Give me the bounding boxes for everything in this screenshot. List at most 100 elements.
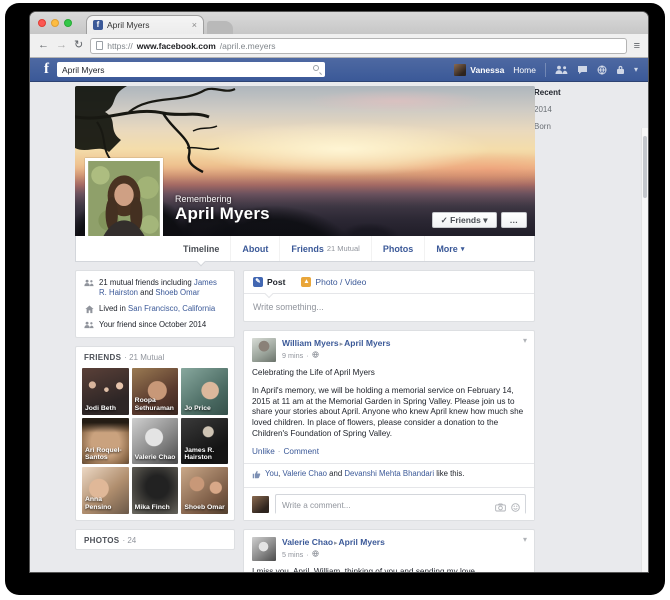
window-controls [38, 12, 72, 34]
post-author-link[interactable]: Valerie Chao [282, 537, 333, 547]
search-icon[interactable] [313, 65, 322, 74]
post-text: I miss you, April. William, thinking of … [252, 567, 526, 572]
post-timestamp[interactable]: 5 mins [282, 550, 303, 559]
post-author-link[interactable]: William Myers [282, 338, 339, 348]
post-target-link[interactable]: April Myers [344, 338, 390, 348]
reload-button[interactable]: ↻ [74, 40, 83, 51]
settings-caret-icon[interactable]: ▾ [634, 65, 638, 74]
tab-friends[interactable]: Friends21 Mutual [279, 236, 370, 261]
friend-tile[interactable]: Mika Finch [132, 467, 179, 514]
profile-tabs: Timeline About Friends21 Mutual Photos M… [75, 236, 535, 262]
messages-icon[interactable] [577, 65, 588, 75]
screen: f April Myers × ← → ↻ https://www.facebo… [0, 0, 670, 600]
photos-box: PHOTOS· 24 [75, 529, 235, 550]
friends-box-title[interactable]: FRIENDS [84, 353, 121, 362]
timeline-nav-born[interactable]: Born [527, 120, 597, 133]
tab-photos[interactable]: Photos [371, 236, 425, 261]
home-link[interactable]: Home [513, 65, 536, 75]
friend-tile[interactable]: Shoeb Omar [181, 467, 228, 514]
profile-column: Remembering April Myers ✓ Friends ▾ … Ti… [75, 86, 535, 572]
tab-close-icon[interactable]: × [192, 20, 197, 30]
new-tab-button[interactable] [207, 21, 233, 34]
composer-tab-post[interactable]: ✎Post [253, 277, 285, 287]
timeline-nav-2014[interactable]: 2014 [527, 103, 597, 116]
post-target-link[interactable]: April Myers [339, 537, 385, 547]
friend-tile[interactable]: Jo Price [181, 368, 228, 415]
window-zoom-button[interactable] [64, 19, 72, 27]
post-timestamp[interactable]: 9 mins [282, 351, 303, 360]
window-minimize-button[interactable] [51, 19, 59, 27]
camera-icon[interactable] [495, 499, 506, 517]
comment-link[interactable]: Comment [284, 447, 320, 456]
friend-tile[interactable]: Anna Pensino [82, 467, 129, 514]
smiley-icon[interactable] [511, 499, 520, 517]
more-options-button[interactable]: … [501, 212, 528, 229]
cover-photo[interactable]: Remembering April Myers ✓ Friends ▾ … [75, 86, 535, 236]
search-input[interactable] [57, 62, 325, 77]
avatar[interactable] [252, 537, 276, 561]
address-bar[interactable]: https://www.facebook.com/april.e.meyers [90, 38, 626, 54]
window-close-button[interactable] [38, 19, 46, 27]
comment-text-field[interactable] [276, 497, 525, 515]
post-title: Celebrating the Life of April Myers [252, 368, 526, 379]
profile-link[interactable]: Vanessa [470, 65, 504, 75]
friend-tile[interactable]: Ari Roquel-Santos [82, 418, 129, 465]
friend-tile[interactable]: Valerie Chao [132, 418, 179, 465]
forward-button[interactable]: → [56, 40, 67, 51]
liker-link[interactable]: Valerie Chao [283, 469, 328, 478]
browser-tab[interactable]: f April Myers × [86, 15, 204, 34]
privacy-globe-icon [312, 351, 319, 360]
facebook-search[interactable] [57, 62, 325, 77]
avatar[interactable] [252, 338, 276, 362]
remembering-label: Remembering [175, 194, 270, 204]
avatar[interactable] [454, 64, 466, 76]
photo-icon: ▲ [301, 277, 311, 287]
scrollbar[interactable] [641, 128, 648, 572]
post: ▾ William Myers▸April Myers 9 mins· Cele… [243, 330, 535, 521]
cover-name-block: Remembering April Myers [175, 194, 270, 224]
city-link[interactable]: San Francisco, California [128, 304, 215, 313]
tab-timeline[interactable]: Timeline [172, 236, 230, 261]
friend-tile[interactable]: James R. Hairston [181, 418, 228, 465]
unlike-link[interactable]: Unlike [252, 447, 275, 456]
mutual-friend-link[interactable]: Shoeb Omar [155, 288, 199, 297]
facebook-page: Recent 2014 Born [30, 82, 648, 572]
notifications-globe-icon[interactable] [597, 65, 607, 75]
chevron-down-icon[interactable]: ▾ [523, 535, 527, 544]
facebook-favicon-icon: f [93, 20, 103, 30]
composer-tab-photo[interactable]: ▲Photo / Video [301, 277, 366, 287]
browser-menu-icon[interactable]: ≡ [634, 40, 640, 52]
liker-link[interactable]: Devanshi Mehta Bhandari [344, 469, 434, 478]
friend-tile[interactable]: Roopa Sethuraman [132, 368, 179, 415]
friends-button[interactable]: ✓ Friends ▾ [432, 212, 497, 229]
friend-tile[interactable]: Jodi Beth [82, 368, 129, 415]
caret-down-icon: ▾ [461, 245, 465, 253]
profile-picture[interactable] [85, 158, 163, 236]
friends-grid: Jodi Beth Roopa Sethuraman Jo Price Ari … [76, 366, 234, 520]
facebook-logo[interactable]: f [44, 62, 49, 77]
feed-column: ✎Post ▲Photo / Video Write something... … [243, 270, 535, 572]
avatar[interactable] [252, 496, 269, 513]
cover-buttons: ✓ Friends ▾ … [432, 212, 527, 229]
composer-input[interactable]: Write something... [244, 294, 534, 321]
divider [545, 63, 546, 77]
privacy-globe-icon [312, 550, 319, 559]
friends-icon [84, 320, 94, 330]
comment-input[interactable] [275, 494, 526, 514]
liker-link[interactable]: You [265, 469, 278, 478]
friend-requests-icon[interactable] [555, 65, 568, 75]
photos-box-title[interactable]: PHOTOS [84, 536, 119, 545]
browser-window: f April Myers × ← → ↻ https://www.facebo… [30, 12, 648, 572]
tab-more[interactable]: More▾ [424, 236, 475, 261]
profile-name: April Myers [175, 204, 270, 224]
tab-title: April Myers [107, 20, 188, 30]
browser-toolbar: ← → ↻ https://www.facebook.com/april.e.m… [30, 34, 648, 58]
scrollbar-thumb[interactable] [643, 136, 647, 198]
mutual-friends-row: 21 mutual friends including James R. Hai… [84, 278, 226, 298]
tab-about[interactable]: About [230, 236, 279, 261]
privacy-lock-icon[interactable] [616, 65, 625, 75]
chevron-down-icon[interactable]: ▾ [523, 336, 527, 345]
mutual-friends-icon [84, 278, 94, 298]
back-button[interactable]: ← [38, 40, 49, 51]
timeline-nav-recent[interactable]: Recent [527, 86, 597, 99]
